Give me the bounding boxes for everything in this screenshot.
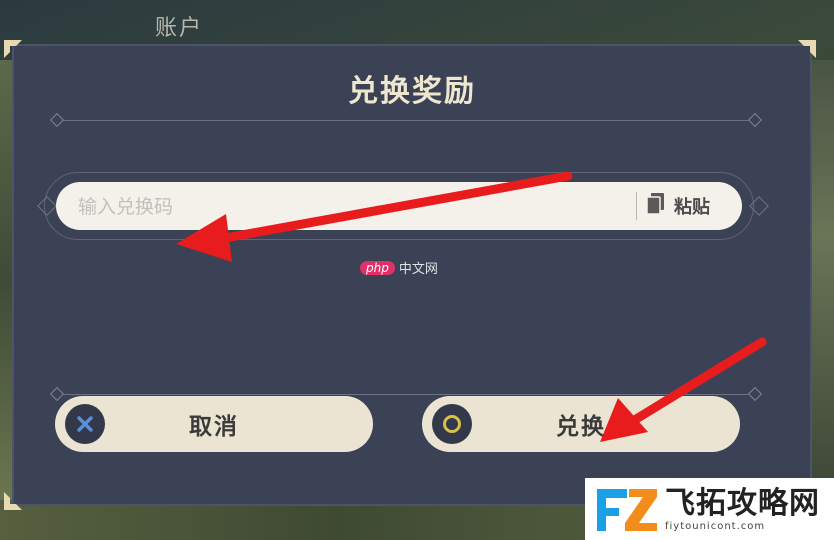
o-circle-icon (432, 404, 472, 444)
ornament-corner-icon (2, 38, 24, 60)
paste-separator (636, 192, 637, 220)
brand-url: fiytounicont.com (665, 520, 766, 532)
x-circle-icon (65, 404, 105, 444)
php-badge: php (360, 260, 395, 275)
brand-logo-icon (597, 489, 657, 531)
account-label: 账户 (155, 16, 204, 41)
bottom-divider (60, 394, 750, 395)
game-screen: 账户 兑换奖励 粘贴 php 中文网 (0, 0, 834, 540)
cancel-button[interactable]: 取消 (55, 396, 373, 452)
paste-label: 粘贴 (674, 197, 710, 218)
php-watermark-text: 中文网 (398, 262, 438, 277)
dialog-title: 兑换奖励 (348, 74, 476, 109)
brand-name: 飞拓攻略网 (665, 485, 820, 521)
brand-watermark: 飞拓攻略网 fiytounicont.com (585, 478, 834, 540)
ornament-corner-icon (2, 490, 24, 512)
php-watermark: php 中文网 (360, 258, 438, 277)
paste-button[interactable]: 粘贴 (646, 188, 732, 224)
clipboard-icon (646, 192, 666, 220)
title-divider (60, 120, 750, 121)
redeem-code-input[interactable] (76, 188, 620, 226)
redeem-button[interactable]: 兑换 (422, 396, 740, 452)
ornament-corner-icon (796, 38, 818, 60)
